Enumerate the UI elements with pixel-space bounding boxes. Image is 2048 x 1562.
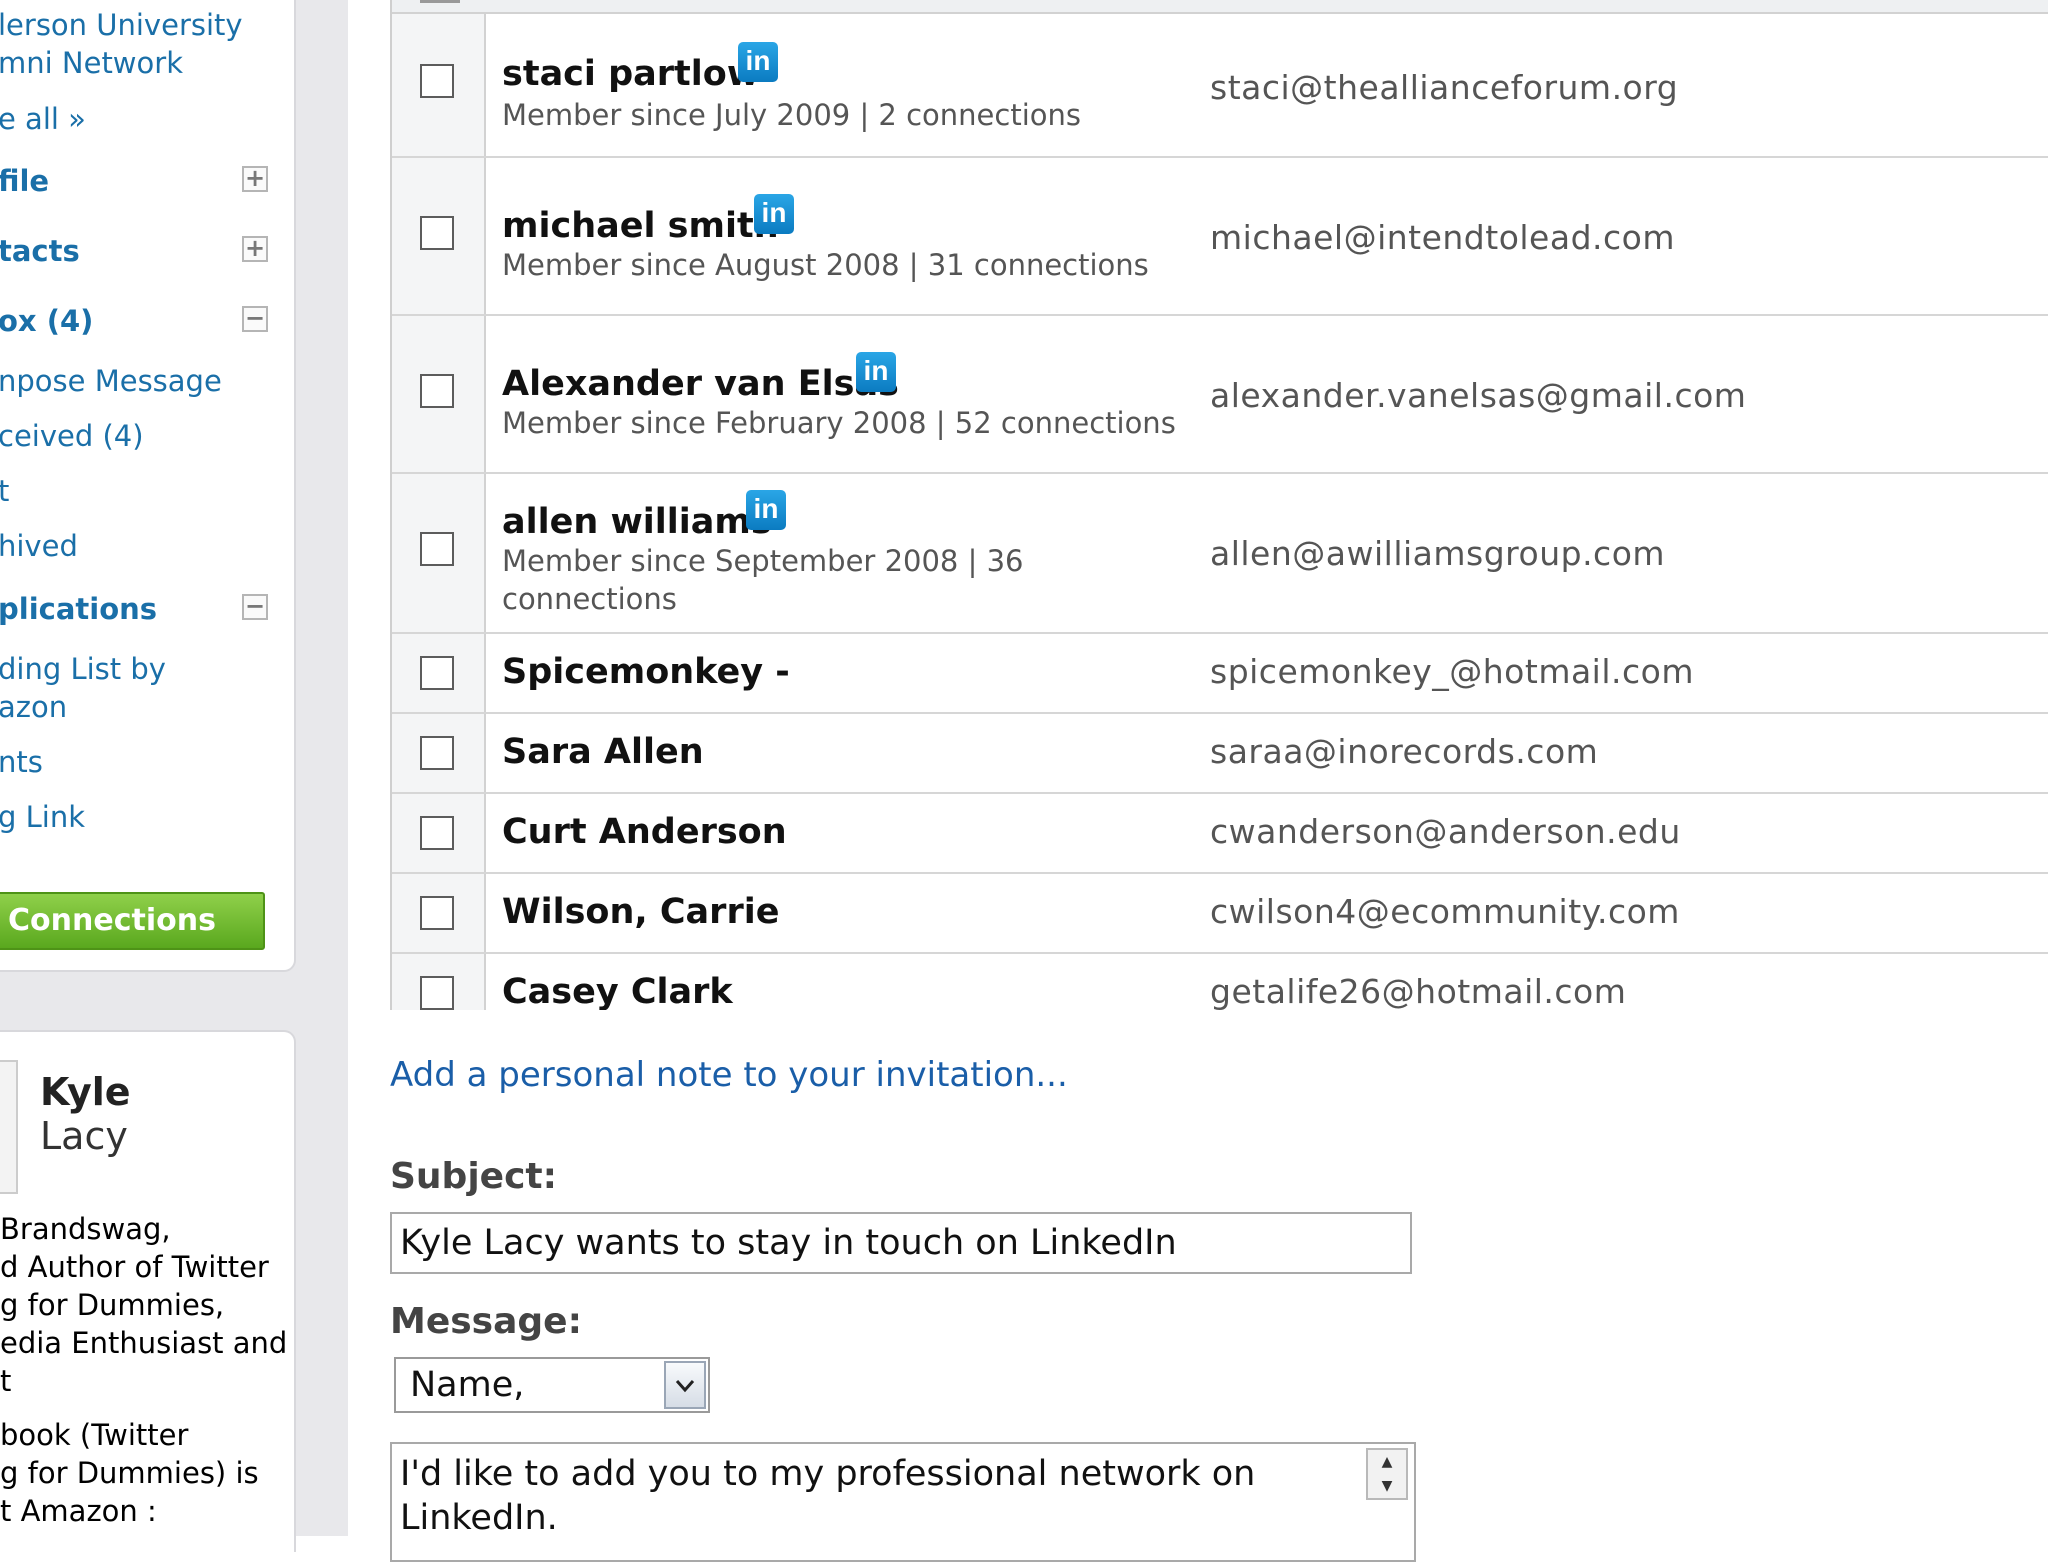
table-row: allen williams in Member since September… (392, 474, 2048, 634)
profile-card: Kyle Lacy Brandswag, d Author of Twitter… (0, 1030, 296, 1552)
add-personal-note-link[interactable]: Add a personal note to your invitation..… (390, 1050, 1068, 1100)
sidebar-section-profile[interactable]: file (0, 162, 49, 200)
linkedin-icon: in (738, 42, 778, 82)
profile-book-text: g for Dummies) is (0, 1456, 259, 1490)
contact-checkbox[interactable] (420, 816, 454, 850)
contact-email: alexander.vanelsas@gmail.com (1210, 376, 1747, 415)
profile-book-text: book (Twitter (0, 1418, 189, 1452)
contact-name[interactable]: Curt Anderson (502, 810, 787, 854)
collapse-icon[interactable]: − (242, 306, 268, 332)
profile-headline: t (0, 1364, 12, 1398)
collapse-icon[interactable]: − (242, 594, 268, 620)
contact-email: saraa@inorecords.com (1210, 732, 1599, 771)
contact-meta: Member since February 2008 | 52 connecti… (502, 406, 1176, 440)
contact-email: cwilson4@ecommunity.com (1210, 892, 1680, 931)
contact-name[interactable]: michael smith (502, 204, 779, 248)
message-label: Message: (390, 1301, 582, 1342)
sidebar-item-archived[interactable]: hived (0, 527, 78, 565)
sidebar-item-sent[interactable]: t (0, 472, 9, 510)
contact-checkbox[interactable] (420, 896, 454, 930)
greeting-select[interactable]: Name, (394, 1357, 710, 1413)
dropdown-arrow-icon[interactable] (664, 1361, 706, 1409)
greeting-selected-value: Name, (410, 1365, 525, 1405)
table-header-edge (392, 0, 2048, 14)
sidebar-item-received[interactable]: ceived (4) (0, 417, 144, 455)
network-link-line2[interactable]: mni Network (0, 44, 183, 82)
contact-email: allen@awilliamsgroup.com (1210, 534, 1666, 573)
profile-first-name[interactable]: Kyle (40, 1070, 131, 1114)
contact-name[interactable]: allen williams (502, 500, 772, 544)
add-connections-button[interactable]: Connections (0, 892, 265, 950)
contact-name[interactable]: Casey Clark (502, 970, 733, 1010)
subject-label: Subject: (390, 1156, 558, 1197)
message-textarea[interactable]: I'd like to add you to my professional n… (390, 1442, 1416, 1562)
table-row: Casey Clark getalife26@hotmail.com (392, 954, 2048, 1010)
table-row: Spicemonkey - spicemonkey_@hotmail.com (392, 634, 2048, 714)
table-row: Sara Allen saraa@inorecords.com (392, 714, 2048, 794)
table-row: staci partlow in Member since July 2009 … (392, 14, 2048, 158)
profile-last-name[interactable]: Lacy (40, 1114, 128, 1158)
linkedin-icon: in (856, 352, 896, 392)
see-all-link[interactable]: e all » (0, 100, 86, 138)
sidebar-item-reading-list-line1[interactable]: ding List by (0, 650, 166, 688)
subject-input[interactable] (390, 1212, 1412, 1274)
table-row: Alexander van Elsas in Member since Febr… (392, 316, 2048, 474)
contact-email: cwanderson@anderson.edu (1210, 812, 1681, 851)
contact-email: michael@intendtolead.com (1210, 218, 1675, 257)
profile-headline: edia Enthusiast and (0, 1326, 288, 1360)
linkedin-icon: in (754, 194, 794, 234)
avatar[interactable] (0, 1060, 18, 1194)
sidebar-item-reading-list-line2[interactable]: azon (0, 688, 67, 726)
contact-checkbox[interactable] (420, 656, 454, 690)
profile-headline: d Author of Twitter (0, 1250, 269, 1284)
profile-headline: g for Dummies, (0, 1288, 225, 1322)
linkedin-icon: in (746, 490, 786, 530)
connections-table: staci partlow in Member since July 2009 … (390, 0, 2048, 1010)
sidebar-section-contacts[interactable]: tacts (0, 232, 80, 270)
contact-checkbox[interactable] (420, 532, 454, 566)
sidebar-item-compose[interactable]: npose Message (0, 362, 222, 400)
contact-name[interactable]: Spicemonkey - (502, 650, 790, 694)
expand-icon[interactable]: + (242, 236, 268, 262)
contact-name[interactable]: Sara Allen (502, 730, 704, 774)
contact-meta: connections (502, 582, 677, 616)
scroll-down-icon[interactable]: ▼ (1368, 1474, 1406, 1498)
contact-meta: Member since August 2008 | 31 connection… (502, 248, 1149, 282)
contact-name[interactable]: staci partlow (502, 52, 759, 96)
network-link-line1[interactable]: lerson University (0, 6, 243, 44)
contact-name[interactable]: Alexander van Elsas (502, 362, 899, 406)
profile-book-text: t Amazon : (0, 1494, 157, 1528)
sidebar-section-applications[interactable]: plications (0, 590, 157, 628)
sidebar-item-events[interactable]: nts (0, 743, 43, 781)
sidebar-item-blog-link[interactable]: g Link (0, 798, 85, 836)
contact-meta: Member since July 2009 | 2 connections (502, 98, 1081, 132)
contact-checkbox[interactable] (420, 374, 454, 408)
contact-email: spicemonkey_@hotmail.com (1210, 652, 1694, 691)
table-row: Wilson, Carrie cwilson4@ecommunity.com (392, 874, 2048, 954)
expand-icon[interactable]: + (242, 166, 268, 192)
scroll-arrows-icon[interactable]: ▲ ▼ (1366, 1448, 1408, 1500)
table-row: michael smith in Member since August 200… (392, 158, 2048, 316)
profile-headline: Brandswag, (0, 1212, 171, 1246)
contact-checkbox[interactable] (420, 736, 454, 770)
contact-email: getalife26@hotmail.com (1210, 972, 1627, 1010)
sidebar-section-inbox[interactable]: ox (4) (0, 302, 93, 340)
contact-email: staci@theallianceforum.org (1210, 68, 1679, 107)
sidebar-nav: lerson University mni Network e all » fi… (0, 0, 296, 972)
table-row: Curt Anderson cwanderson@anderson.edu (392, 794, 2048, 874)
contact-name[interactable]: Wilson, Carrie (502, 890, 779, 934)
contact-checkbox[interactable] (420, 216, 454, 250)
scroll-up-icon[interactable]: ▲ (1368, 1450, 1406, 1474)
contact-checkbox[interactable] (420, 64, 454, 98)
contact-checkbox[interactable] (420, 976, 454, 1010)
message-text: I'd like to add you to my professional n… (400, 1454, 1256, 1538)
contact-meta: Member since September 2008 | 36 (502, 544, 1024, 578)
